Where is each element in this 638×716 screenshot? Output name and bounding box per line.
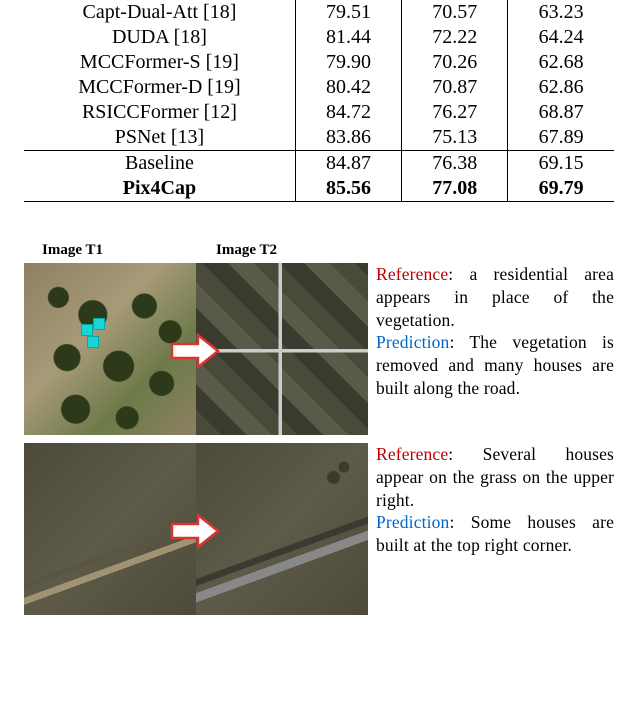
reference-label: Reference: [376, 264, 448, 284]
value-cell: 63.23: [508, 0, 614, 25]
prediction-label: Prediction: [376, 512, 449, 532]
label-image-t1: Image T1: [24, 242, 216, 259]
method-cell: PSNet [13]: [24, 125, 295, 150]
value-cell: 81.44: [295, 25, 401, 50]
caption: Reference: a residential area appears in…: [368, 263, 614, 435]
value-cell: 84.87: [295, 151, 401, 176]
method-cell: MCCFormer-D [19]: [24, 75, 295, 100]
value-cell: 67.89: [508, 125, 614, 150]
table-row: DUDA [18]81.4472.2264.24: [24, 25, 614, 50]
caption: Reference: Several houses appear on the …: [368, 443, 614, 615]
arrow-icon: [170, 513, 220, 549]
value-cell: 79.51: [295, 0, 401, 25]
value-cell: 76.27: [402, 100, 508, 125]
method-cell: MCCFormer-S [19]: [24, 50, 295, 75]
method-cell: Capt-Dual-Att [18]: [24, 0, 295, 25]
results-table: Capt-Dual-Att [18]79.5170.5763.23DUDA [1…: [24, 0, 614, 202]
table-row: Baseline84.8776.3869.15: [24, 151, 614, 176]
table-row: PSNet [13]83.8675.1367.89: [24, 125, 614, 150]
table-row: RSICCFormer [12]84.7276.2768.87: [24, 100, 614, 125]
method-cell: Pix4Cap: [24, 176, 295, 201]
prediction-label: Prediction: [376, 332, 449, 352]
value-cell: 80.42: [295, 75, 401, 100]
reference-label: Reference: [376, 444, 448, 464]
value-cell: 69.15: [508, 151, 614, 176]
value-cell: 62.68: [508, 50, 614, 75]
figure-row: Reference: a residential area appears in…: [24, 263, 614, 435]
image-t2: [196, 263, 368, 435]
value-cell: 72.22: [402, 25, 508, 50]
value-cell: 83.86: [295, 125, 401, 150]
method-cell: DUDA [18]: [24, 25, 295, 50]
table-row: Pix4Cap85.5677.0869.79: [24, 176, 614, 201]
image-t2: [196, 443, 368, 615]
value-cell: 76.38: [402, 151, 508, 176]
value-cell: 70.57: [402, 0, 508, 25]
table-row: Capt-Dual-Att [18]79.5170.5763.23: [24, 0, 614, 25]
value-cell: 85.56: [295, 176, 401, 201]
value-cell: 68.87: [508, 100, 614, 125]
value-cell: 84.72: [295, 100, 401, 125]
value-cell: 70.26: [402, 50, 508, 75]
table-row: MCCFormer-D [19]80.4270.8762.86: [24, 75, 614, 100]
value-cell: 75.13: [402, 125, 508, 150]
label-image-t2: Image T2: [216, 242, 277, 259]
value-cell: 77.08: [402, 176, 508, 201]
arrow-icon: [170, 333, 220, 369]
figure-row: Reference: Several houses appear on the …: [24, 443, 614, 615]
table-row: MCCFormer-S [19]79.9070.2662.68: [24, 50, 614, 75]
value-cell: 79.90: [295, 50, 401, 75]
value-cell: 64.24: [508, 25, 614, 50]
value-cell: 62.86: [508, 75, 614, 100]
method-cell: RSICCFormer [12]: [24, 100, 295, 125]
value-cell: 70.87: [402, 75, 508, 100]
qualitative-figure: Image T1 Image T2 Reference: a resid: [24, 242, 614, 615]
value-cell: 69.79: [508, 176, 614, 201]
method-cell: Baseline: [24, 151, 295, 176]
